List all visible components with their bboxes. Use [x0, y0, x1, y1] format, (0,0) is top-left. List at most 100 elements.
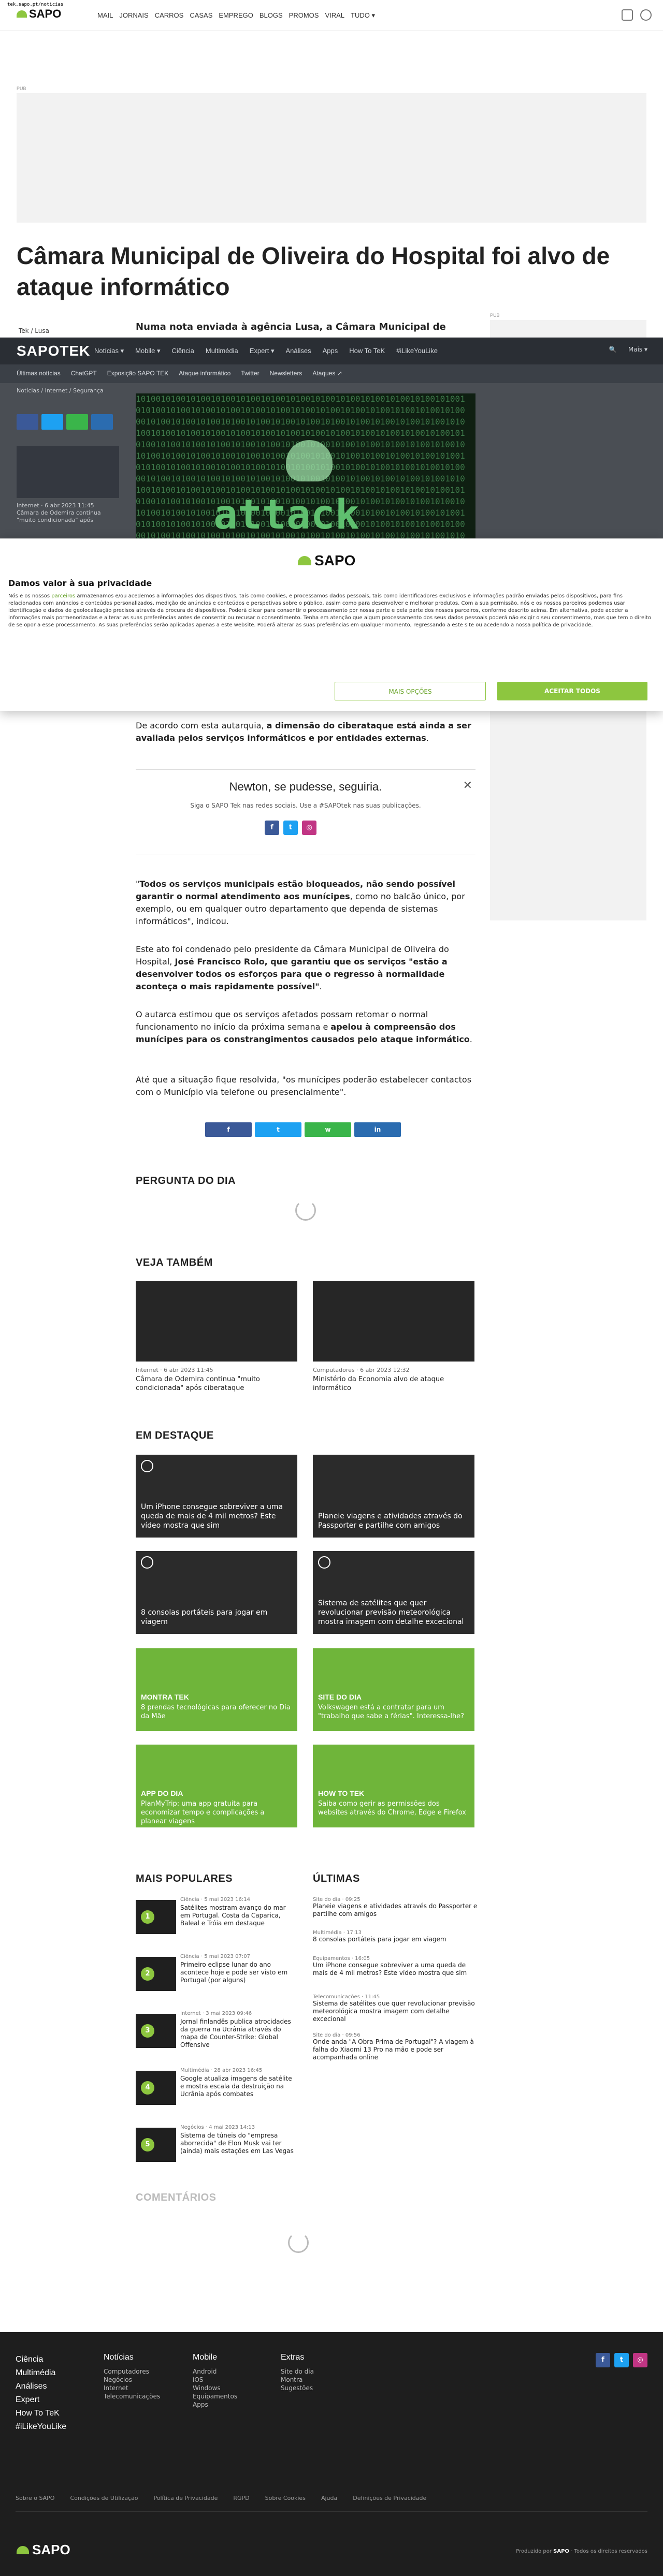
footer-link[interactable]: Negócios: [104, 2376, 160, 2384]
footer-legal-link[interactable]: Definições de Privacidade: [353, 2495, 426, 2501]
top-nav-link[interactable]: MAIL: [97, 11, 113, 20]
popular-item[interactable]: 3 Internet · 3 mai 2023 09:46 Jornal finla…: [136, 2011, 297, 2068]
more-menu[interactable]: Mais ▾: [628, 346, 647, 353]
footer-main-link[interactable]: Análises: [16, 2380, 66, 2393]
top-ad-slot[interactable]: [17, 93, 646, 223]
sapotek-nav-link[interactable]: Apps: [323, 347, 338, 355]
top-nav-link[interactable]: VIRAL: [325, 11, 344, 20]
latest-item[interactable]: Multimédia · 17:13 8 consolas portáteis p…: [313, 1930, 479, 1943]
footer-link[interactable]: Telecomunicações: [104, 2392, 160, 2401]
footer-link[interactable]: Computadores: [104, 2367, 160, 2376]
footer-legal-link[interactable]: RGPD: [233, 2495, 249, 2501]
related-card-title[interactable]: Ministério da Economia alvo de ataque in…: [313, 1375, 474, 1393]
sapotek-nav-link[interactable]: Expert ▾: [250, 347, 275, 355]
latest-item[interactable]: Equipamentos · 16:05 Um iPhone consegue s…: [313, 1956, 479, 1977]
top-nav-link[interactable]: TUDO ▾: [351, 11, 375, 20]
sapotek-subnav-link[interactable]: Newsletters: [270, 370, 302, 377]
popular-item[interactable]: 2 Ciência · 5 mai 2023 07:07 Primeiro ecli…: [136, 1954, 297, 2011]
top-nav-link[interactable]: CARROS: [155, 11, 184, 20]
footer-col-heading[interactable]: Notícias: [104, 2353, 160, 2362]
footer-legal-link[interactable]: Sobre o SAPO: [16, 2495, 54, 2501]
footer-link[interactable]: Internet: [104, 2384, 160, 2392]
footer-link[interactable]: Montra: [281, 2376, 314, 2384]
sapotek-nav-link[interactable]: Ciência: [172, 347, 194, 355]
facebook-icon[interactable]: f: [596, 2353, 610, 2367]
sapotek-subnav-link[interactable]: Últimas notícias: [17, 370, 61, 377]
sapotek-nav-link[interactable]: Multimédia: [206, 347, 238, 355]
sapotek-nav-link[interactable]: Mobile ▾: [135, 347, 160, 355]
related-card-title[interactable]: Câmara de Odemira continua "muito condic…: [136, 1375, 297, 1393]
latest-item[interactable]: Site do dia · 09:25 Planeie viagens e ati…: [313, 1897, 479, 1918]
footer-legal-link[interactable]: Sobre Cookies: [265, 2495, 306, 2501]
sapotek-subnav-link[interactable]: ChatGPT: [71, 370, 97, 377]
footer-link[interactable]: Site do dia: [281, 2367, 314, 2376]
share-twitter-small[interactable]: [41, 414, 63, 430]
instagram-icon[interactable]: ◎: [302, 821, 316, 835]
share-facebook-button[interactable]: f: [205, 1122, 252, 1137]
sapotek-subnav-link[interactable]: Exposição SAPO TEK: [107, 370, 169, 377]
green-feature-card[interactable]: MONTRA TEK 8 prendas tecnológicas para of…: [136, 1648, 297, 1731]
share-linkedin-small[interactable]: [91, 414, 113, 430]
popular-item[interactable]: 1 Ciência · 5 mai 2023 16:14 Satélites mos…: [136, 1897, 297, 1954]
footer-main-link[interactable]: Expert: [16, 2393, 66, 2407]
footer-link[interactable]: Apps: [193, 2401, 237, 2409]
footer-legal-link[interactable]: Ajuda: [321, 2495, 337, 2501]
instagram-icon[interactable]: ◎: [633, 2353, 647, 2367]
featured-card[interactable]: Um iPhone consegue sobreviver a uma qued…: [136, 1455, 297, 1538]
footer-logo[interactable]: SAPO: [17, 2542, 70, 2558]
footer-main-link[interactable]: #iLikeYouLike: [16, 2420, 66, 2434]
footer-main-link[interactable]: How To TeK: [16, 2407, 66, 2420]
related-card-image[interactable]: [136, 1281, 297, 1362]
top-nav-link[interactable]: JORNAIS: [119, 11, 148, 20]
sapotek-subnav-link[interactable]: Twitter: [241, 370, 259, 377]
twitter-icon[interactable]: t: [614, 2353, 629, 2367]
featured-card[interactable]: Sistema de satélites que quer revolucion…: [313, 1551, 474, 1634]
footer-link[interactable]: Windows: [193, 2384, 237, 2392]
footer-link[interactable]: Sugestões: [281, 2384, 314, 2392]
close-icon[interactable]: ✕: [463, 779, 472, 792]
sapotek-subnav-link[interactable]: Ataque informático: [179, 370, 230, 377]
side-related-thumb[interactable]: [17, 446, 119, 498]
sapotek-subnav-link[interactable]: Ataques ↗: [312, 370, 342, 377]
footer-col-heading[interactable]: Extras: [281, 2353, 314, 2362]
top-nav-link[interactable]: PROMOS: [289, 11, 319, 20]
mail-icon[interactable]: [622, 9, 633, 21]
sapotek-logo[interactable]: SAPOTEK: [17, 343, 90, 359]
top-nav-link[interactable]: CASAS: [190, 11, 212, 20]
featured-card[interactable]: Planeie viagens e atividades através do …: [313, 1455, 474, 1538]
footer-link[interactable]: iOS: [193, 2376, 237, 2384]
footer-col-heading[interactable]: Mobile: [193, 2353, 237, 2362]
share-twitter-button[interactable]: t: [255, 1122, 301, 1137]
popular-item[interactable]: 4 Multimédia · 28 abr 2023 16:45 Google at…: [136, 2068, 297, 2125]
share-whatsapp-small[interactable]: [66, 414, 88, 430]
more-options-button[interactable]: MAIS OPÇÕES: [335, 682, 486, 700]
sapotek-nav-link[interactable]: Notícias ▾: [94, 347, 124, 355]
search-icon[interactable]: 🔍: [609, 346, 617, 353]
sapo-logo[interactable]: SAPO: [17, 7, 61, 21]
top-nav-link[interactable]: BLOGS: [260, 11, 283, 20]
partners-link[interactable]: parceiros: [51, 593, 75, 599]
footer-main-link[interactable]: Multimédia: [16, 2366, 66, 2380]
side-related-text[interactable]: Internet · 6 abr 2023 11:45 Câmara de Od…: [17, 502, 120, 524]
latest-item[interactable]: Telecomunicações · 11:45 Sistema de satél…: [313, 1994, 479, 2023]
footer-link[interactable]: Equipamentos: [193, 2392, 237, 2401]
footer-link[interactable]: Android: [193, 2367, 237, 2376]
accept-all-button[interactable]: ACEITAR TODOS: [497, 682, 647, 700]
share-linkedin-button[interactable]: in: [354, 1122, 401, 1137]
popular-item[interactable]: 5 Negócios · 4 mai 2023 14:13 Sistema de t…: [136, 2125, 297, 2182]
user-icon[interactable]: [640, 9, 652, 21]
footer-legal-link[interactable]: Política de Privacidade: [154, 2495, 218, 2501]
share-facebook-small[interactable]: [17, 414, 38, 430]
green-feature-card[interactable]: SITE DO DIA Volkswagen está a contratar p…: [313, 1648, 474, 1731]
green-feature-card[interactable]: HOW TO TEK Saiba como gerir as permissões…: [313, 1745, 474, 1827]
top-nav-link[interactable]: EMPREGO: [219, 11, 253, 20]
featured-card[interactable]: 8 consolas portáteis para jogar em viage…: [136, 1551, 297, 1634]
related-card-image[interactable]: [313, 1281, 474, 1362]
footer-main-link[interactable]: Ciência: [16, 2353, 66, 2366]
footer-legal-link[interactable]: Condições de Utilização: [70, 2495, 138, 2501]
green-feature-card[interactable]: APP DO DIA PlanMyTrip: uma app gratuita p…: [136, 1745, 297, 1827]
sapotek-nav-link[interactable]: How To TeK: [349, 347, 385, 355]
share-whatsapp-button[interactable]: w: [305, 1122, 351, 1137]
twitter-icon[interactable]: t: [283, 821, 298, 835]
latest-item[interactable]: Site do dia · 09:56 Onde anda "A Obra-Pri…: [313, 2032, 479, 2061]
